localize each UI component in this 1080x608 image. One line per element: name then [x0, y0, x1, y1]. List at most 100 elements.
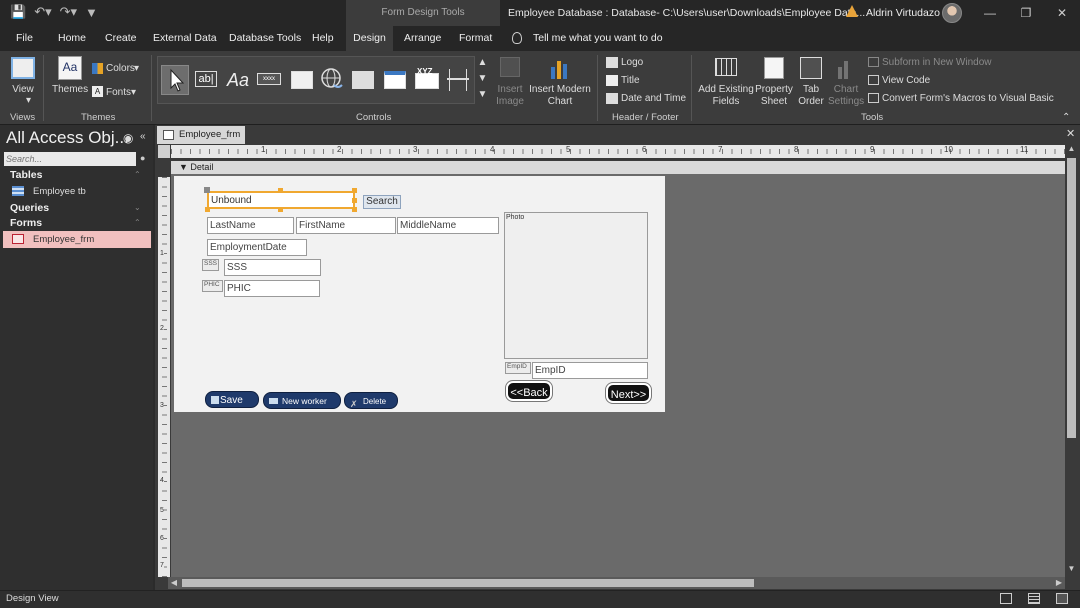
form-view-icon[interactable]: [1000, 593, 1012, 604]
redo-icon[interactable]: ↷▾: [60, 4, 77, 20]
tab-control-icon[interactable]: [288, 65, 316, 95]
colors-button[interactable]: Colors: [106, 63, 135, 75]
resize-handle[interactable]: [205, 207, 210, 212]
tab-employee-frm[interactable]: Employee_frm: [157, 126, 245, 144]
form-selector[interactable]: [158, 145, 170, 158]
convert-macros-button[interactable]: Convert Form's Macros to Visual Basic: [882, 93, 1054, 105]
chevron-up-icon[interactable]: ⌃: [134, 170, 141, 179]
nav-section-forms[interactable]: Forms: [10, 217, 42, 229]
nav-item-employee-frm[interactable]: Employee_frm: [3, 231, 151, 248]
customize-qat-icon[interactable]: ▼: [85, 5, 98, 20]
restore-icon[interactable]: ❐: [1008, 0, 1044, 26]
fonts-dropdown-icon[interactable]: ▾: [131, 87, 136, 99]
tab-order-button[interactable]: Tab Order: [797, 84, 825, 108]
middlename-textbox[interactable]: MiddleName: [397, 217, 499, 234]
new-worker-button[interactable]: New worker: [263, 392, 341, 409]
save-icon[interactable]: 💾: [10, 4, 26, 20]
insert-modern-chart-button[interactable]: Insert Modern Chart: [528, 84, 592, 108]
scroll-thumb[interactable]: [1067, 158, 1076, 438]
empid-textbox[interactable]: EmpID: [532, 362, 648, 379]
colors-dropdown-icon[interactable]: ▾: [134, 63, 139, 75]
photo-frame[interactable]: Photo: [504, 212, 648, 359]
scroll-thumb[interactable]: [182, 579, 754, 587]
resize-handle[interactable]: [352, 207, 357, 212]
date-time-button[interactable]: Date and Time: [621, 93, 686, 105]
tab-home[interactable]: Home: [58, 26, 86, 51]
tell-me-box[interactable]: Tell me what you want to do: [533, 26, 663, 51]
save-button[interactable]: Save: [205, 391, 259, 408]
horizontal-scrollbar[interactable]: ◀ ▶: [168, 577, 1065, 589]
button-control-icon[interactable]: xxxx: [256, 65, 284, 95]
resize-handle[interactable]: [352, 188, 357, 193]
nav-section-queries[interactable]: Queries: [10, 202, 49, 214]
nav-section-tables[interactable]: Tables: [10, 169, 42, 181]
title-button[interactable]: Title: [621, 75, 640, 87]
option-group-icon[interactable]: XYZ: [414, 65, 442, 95]
scroll-right-icon[interactable]: ▶: [1053, 577, 1065, 589]
tab-database-tools[interactable]: Database Tools: [229, 26, 301, 51]
tab-help[interactable]: Help: [312, 26, 334, 51]
delete-button[interactable]: ✗ Delete: [344, 392, 398, 409]
firstname-textbox[interactable]: FirstName: [296, 217, 396, 234]
tab-file[interactable]: File: [16, 26, 33, 51]
search-button[interactable]: Search: [363, 195, 401, 209]
employmentdate-textbox[interactable]: EmploymentDate: [207, 239, 307, 256]
page-break-icon[interactable]: [445, 65, 473, 95]
chevron-up-icon[interactable]: ⌃: [134, 218, 141, 227]
hyperlink-control-icon[interactable]: [318, 65, 346, 95]
nav-item-employee-tb[interactable]: Employee tb: [3, 183, 151, 200]
textbox-control-icon[interactable]: ab|: [193, 65, 221, 95]
sss-textbox[interactable]: SSS: [224, 259, 321, 276]
tab-create[interactable]: Create: [105, 26, 137, 51]
navigation-control-icon[interactable]: [382, 65, 410, 95]
fonts-button[interactable]: Fonts: [106, 87, 131, 99]
resize-handle[interactable]: [278, 207, 283, 212]
gallery-scroll-down-icon[interactable]: ▼: [476, 73, 489, 85]
nav-pane-title[interactable]: All Access Obj...: [6, 128, 129, 148]
gallery-scroll-up-icon[interactable]: ▲: [476, 57, 489, 69]
vertical-scrollbar[interactable]: ▲ ▼: [1065, 144, 1078, 577]
design-view-icon[interactable]: [1056, 593, 1068, 604]
nav-search-input[interactable]: [4, 152, 136, 166]
web-browser-control-icon[interactable]: [350, 65, 378, 95]
lastname-textbox[interactable]: LastName: [207, 217, 294, 234]
phic-textbox[interactable]: PHIC: [224, 280, 320, 297]
shutter-bar-icon[interactable]: «: [140, 131, 146, 142]
subform-new-window-button[interactable]: Subform in New Window: [882, 57, 991, 69]
scroll-left-icon[interactable]: ◀: [168, 577, 180, 589]
close-icon[interactable]: ✕: [1044, 0, 1080, 26]
nav-menu-icon[interactable]: ◉: [123, 131, 133, 145]
add-existing-fields-button[interactable]: Add Existing Fields: [698, 84, 754, 108]
tab-arrange[interactable]: Arrange: [404, 26, 441, 51]
user-name[interactable]: Aldrin Virtudazo: [866, 7, 940, 19]
tab-format[interactable]: Format: [459, 26, 492, 51]
layout-view-icon[interactable]: [1028, 593, 1040, 604]
search-icon[interactable]: ●: [140, 153, 145, 163]
warning-icon[interactable]: [846, 5, 858, 17]
chart-settings-button[interactable]: Chart Settings: [828, 84, 864, 108]
view-code-button[interactable]: View Code: [882, 75, 930, 87]
avatar[interactable]: [942, 3, 962, 23]
gallery-more-icon[interactable]: ▼: [476, 89, 489, 101]
property-sheet-button[interactable]: Property Sheet: [754, 84, 794, 108]
select-pointer-icon[interactable]: [161, 65, 189, 95]
scroll-down-icon[interactable]: ▼: [1065, 564, 1078, 576]
scroll-up-icon[interactable]: ▲: [1065, 144, 1078, 156]
undo-icon[interactable]: ↶▾: [34, 4, 51, 20]
chevron-down-icon[interactable]: ⌄: [134, 203, 141, 212]
back-button[interactable]: <<Back: [506, 381, 552, 401]
resize-handle[interactable]: [278, 188, 283, 193]
tab-design[interactable]: Design: [346, 26, 393, 51]
minimize-icon[interactable]: —: [972, 0, 1008, 26]
detail-section-bar[interactable]: ▼ Detail: [171, 161, 1071, 174]
view-button[interactable]: View: [8, 84, 38, 96]
close-document-icon[interactable]: ✕: [1066, 127, 1075, 140]
insert-image-button[interactable]: Insert Image: [492, 84, 528, 108]
view-dropdown-icon[interactable]: ▾: [26, 95, 31, 107]
move-handle[interactable]: [204, 187, 210, 193]
next-button[interactable]: Next>>: [606, 383, 651, 403]
logo-button[interactable]: Logo: [621, 57, 643, 69]
collapse-ribbon-icon[interactable]: ⌃: [1062, 112, 1070, 124]
label-control-icon[interactable]: Aa: [224, 65, 252, 95]
resize-handle[interactable]: [352, 198, 357, 203]
